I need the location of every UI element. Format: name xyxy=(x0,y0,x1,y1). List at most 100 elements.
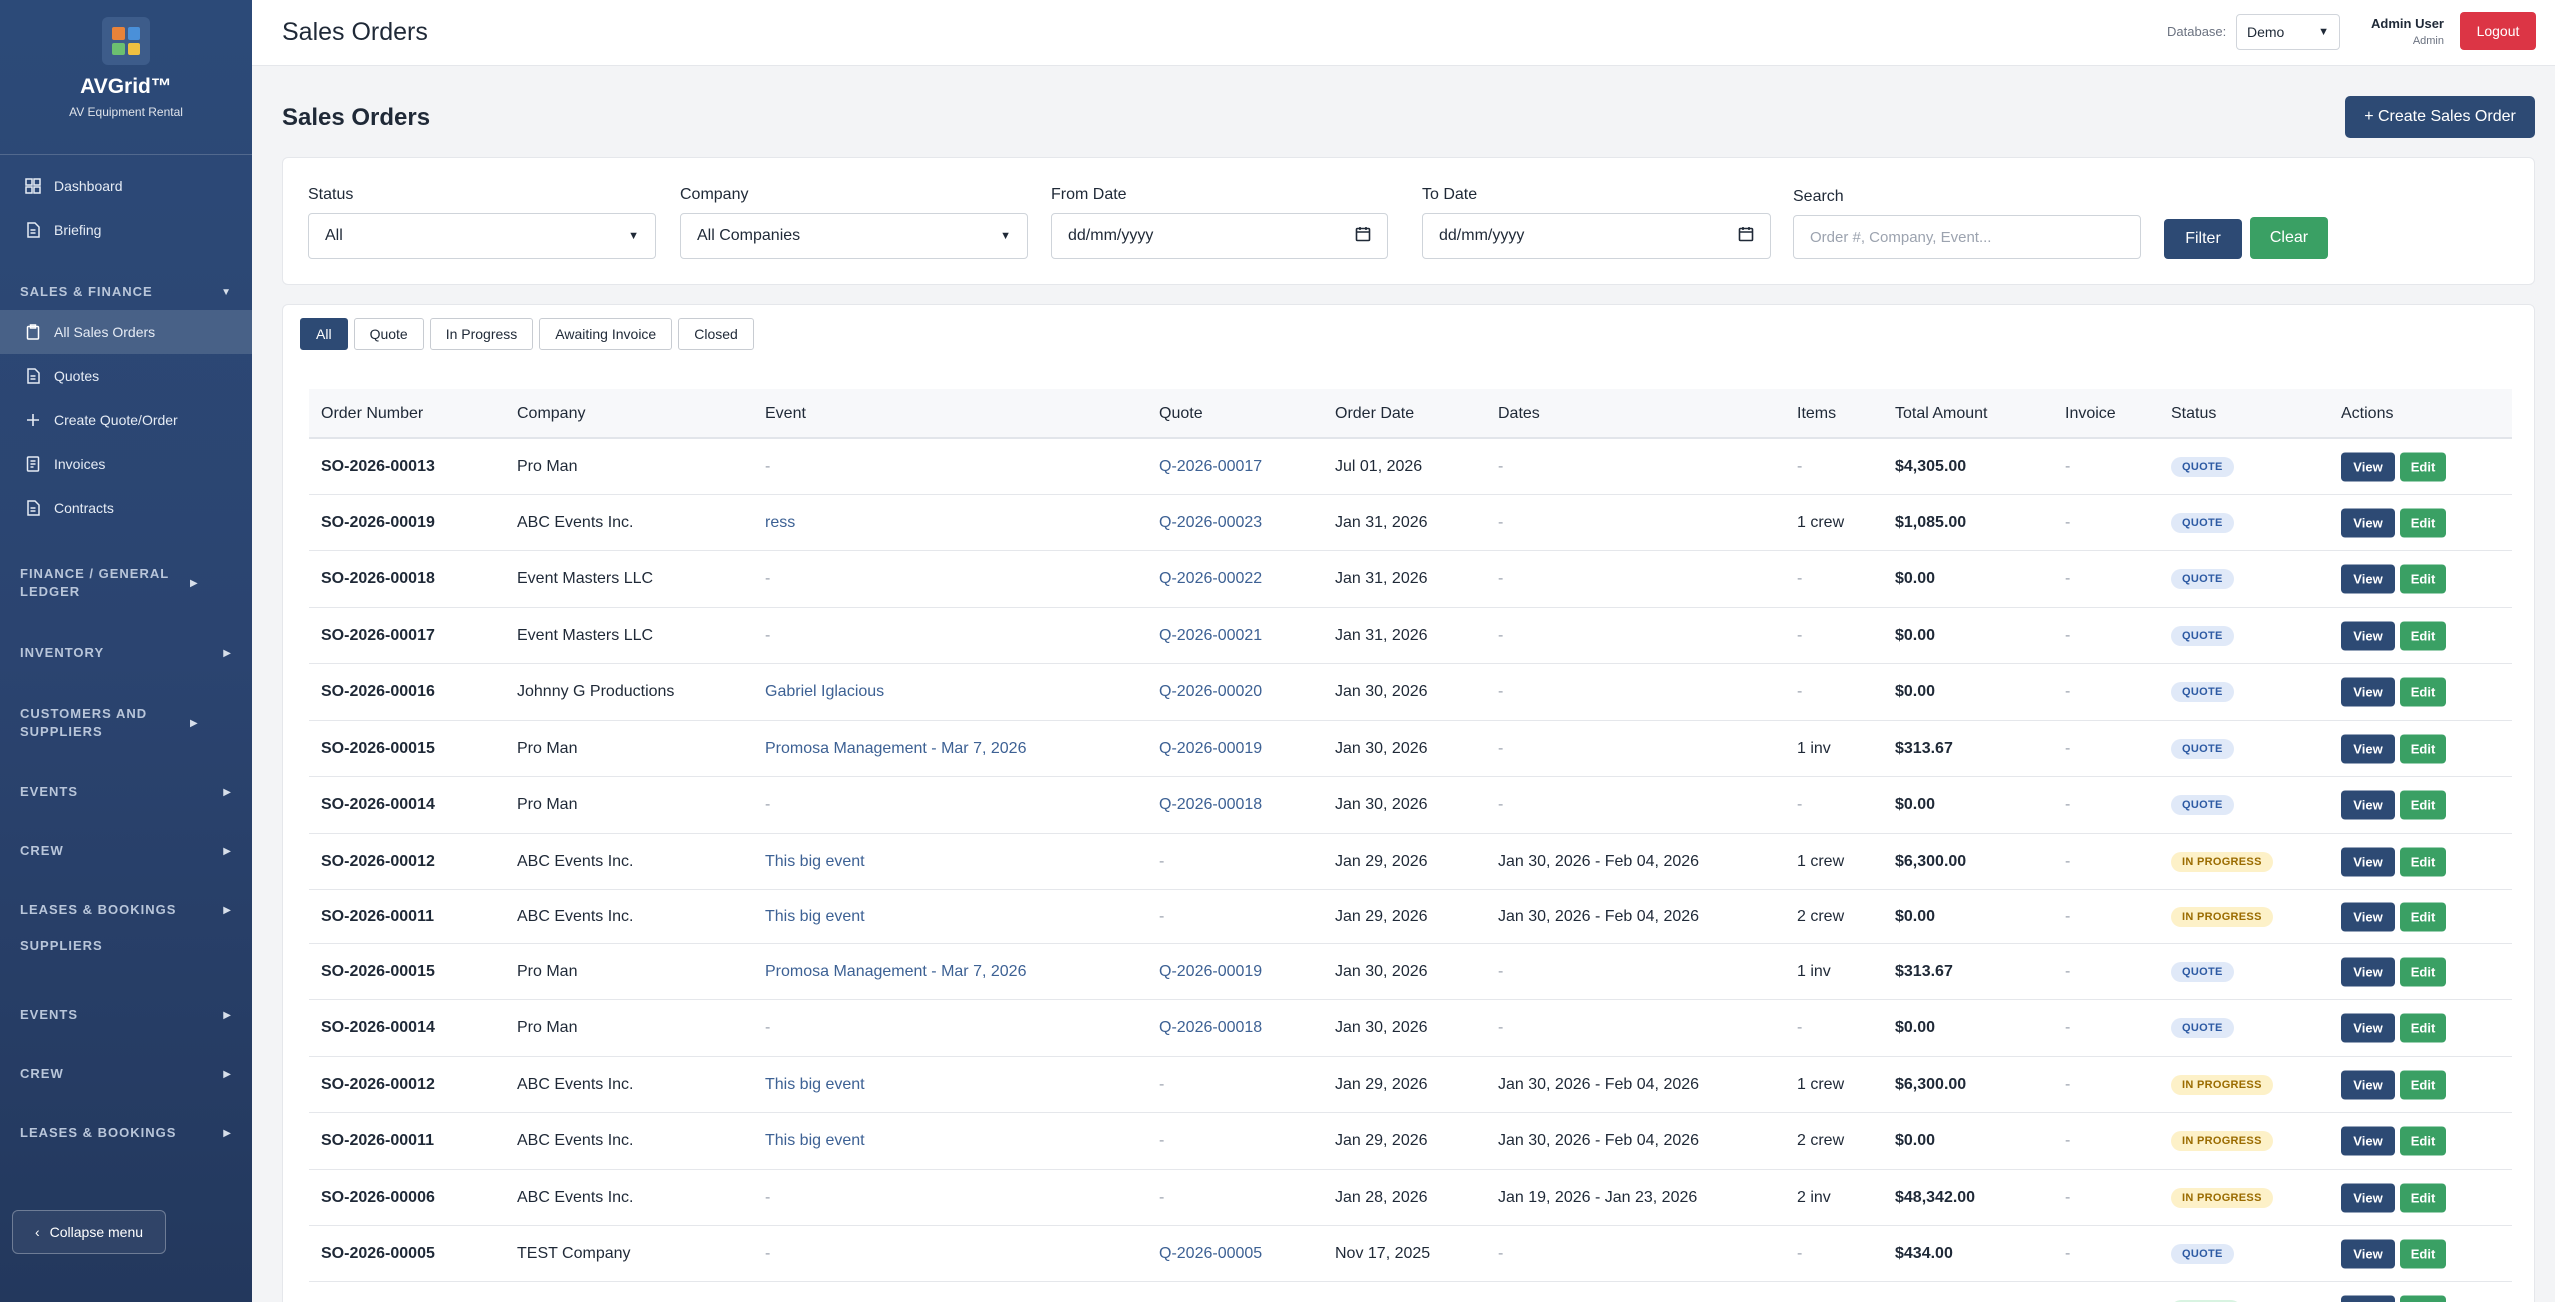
view-button[interactable]: View xyxy=(2341,1183,2395,1212)
sidebar-section-suppliers[interactable]: SUPPLIERS xyxy=(0,935,252,957)
sidebar-item-all-sales-orders[interactable]: All Sales Orders xyxy=(0,310,252,354)
sidebar-section-customers-suppliers[interactable]: CUSTOMERS AND SUPPLIERS ▶ xyxy=(0,703,252,743)
event-link[interactable]: Promosa Management - Mar 7, 2026 xyxy=(765,740,1026,758)
edit-button[interactable]: Edit xyxy=(2400,621,2446,650)
tab-quote[interactable]: Quote xyxy=(353,318,424,350)
edit-button[interactable]: Edit xyxy=(2400,677,2446,707)
column-header[interactable]: Items xyxy=(1797,405,1836,423)
tab-awaiting-invoice[interactable]: Awaiting Invoice xyxy=(539,318,673,350)
quote-link[interactable]: Q-2026-00018 xyxy=(1159,796,1262,814)
sidebar-section-events[interactable]: EVENTS ▶ xyxy=(0,781,252,803)
brand-tagline: AV Equipment Rental xyxy=(69,105,183,119)
column-header[interactable]: Invoice xyxy=(2065,405,2116,423)
edit-button[interactable]: Edit xyxy=(2400,508,2446,537)
create-sales-order-button[interactable]: + Create Sales Order xyxy=(2345,96,2535,138)
edit-button[interactable]: Edit xyxy=(2400,1126,2446,1156)
view-button[interactable]: View xyxy=(2341,734,2395,763)
quote-link[interactable]: Q-2026-00019 xyxy=(1159,963,1262,981)
view-button[interactable]: View xyxy=(2341,564,2395,594)
to-date-input[interactable]: dd/mm/yyyy xyxy=(1422,213,1771,259)
sidebar-item-contracts[interactable]: Contracts xyxy=(0,486,252,530)
view-button[interactable]: View xyxy=(2341,1295,2395,1302)
event-link[interactable]: Promosa Management - Mar 7, 2026 xyxy=(765,963,1026,981)
database-select[interactable]: Demo ▼ xyxy=(2236,14,2340,50)
quote-link[interactable]: Q-2026-00021 xyxy=(1159,627,1262,645)
edit-button[interactable]: Edit xyxy=(2400,902,2446,931)
event-link[interactable]: This big event xyxy=(765,1132,865,1150)
search-input[interactable]: Order #, Company, Event... xyxy=(1793,215,2141,259)
event-link[interactable]: ress xyxy=(765,514,795,532)
view-button[interactable]: View xyxy=(2341,677,2395,707)
view-button[interactable]: View xyxy=(2341,508,2395,537)
column-header[interactable]: Order Number xyxy=(321,405,423,423)
edit-button[interactable]: Edit xyxy=(2400,452,2446,481)
sidebar-section-inventory[interactable]: INVENTORY ▶ xyxy=(0,642,252,664)
edit-button[interactable]: Edit xyxy=(2400,1013,2446,1043)
company-select[interactable]: All Companies ▼ xyxy=(680,213,1028,259)
column-header[interactable]: Company xyxy=(517,405,585,423)
quote-link[interactable]: Q-2026-00023 xyxy=(1159,514,1262,532)
column-header[interactable]: Order Date xyxy=(1335,405,1414,423)
calendar-icon[interactable] xyxy=(1355,226,1371,247)
sidebar-section-sales-finance[interactable]: SALES & FINANCE ▼ xyxy=(0,281,252,303)
sidebar-item-invoices[interactable]: Invoices xyxy=(0,442,252,486)
quote-link[interactable]: Q-2026-00017 xyxy=(1159,458,1262,476)
quote-link[interactable]: Q-2026-00018 xyxy=(1159,1019,1262,1037)
edit-button[interactable]: Edit xyxy=(2400,1295,2446,1302)
column-header[interactable]: Dates xyxy=(1498,405,1540,423)
column-header[interactable]: Quote xyxy=(1159,405,1203,423)
sidebar-item-briefing[interactable]: Briefing xyxy=(0,208,252,252)
edit-button[interactable]: Edit xyxy=(2400,957,2446,986)
event-link[interactable]: Gabriel Iglacious xyxy=(765,683,884,701)
sidebar-section-finance-general-ledger[interactable]: FINANCE / GENERAL LEDGER ▶ xyxy=(0,563,252,603)
sidebar-item-dashboard[interactable]: Dashboard xyxy=(0,164,252,208)
calendar-icon[interactable] xyxy=(1738,226,1754,247)
sidebar-section-crew[interactable]: CREW ▶ xyxy=(0,1063,252,1085)
sidebar-section-leases-bookings[interactable]: LEASES & BOOKINGS ▶ xyxy=(0,899,252,921)
table-row: SO-2026-00006 ABC Events Inc. - - Jan 28, 20… xyxy=(309,1170,2512,1226)
view-button[interactable]: View xyxy=(2341,790,2395,820)
column-header[interactable]: Event xyxy=(765,405,806,423)
sidebar-section-events[interactable]: EVENTS ▶ xyxy=(0,1004,252,1026)
clear-button[interactable]: Clear xyxy=(2250,217,2328,259)
view-button[interactable]: View xyxy=(2341,1239,2395,1268)
logout-button[interactable]: Logout xyxy=(2460,12,2536,50)
from-date-input[interactable]: dd/mm/yyyy xyxy=(1051,213,1388,259)
tab-in-progress[interactable]: In Progress xyxy=(429,318,534,350)
column-header[interactable]: Status xyxy=(2171,405,2216,423)
filter-button[interactable]: Filter xyxy=(2164,219,2242,259)
edit-button[interactable]: Edit xyxy=(2400,790,2446,820)
view-button[interactable]: View xyxy=(2341,1013,2395,1043)
event-link[interactable]: This big event xyxy=(765,1076,865,1094)
view-button[interactable]: View xyxy=(2341,452,2395,481)
status-select[interactable]: All ▼ xyxy=(308,213,656,259)
view-button[interactable]: View xyxy=(2341,621,2395,650)
view-button[interactable]: View xyxy=(2341,847,2395,876)
edit-button[interactable]: Edit xyxy=(2400,847,2446,876)
quote-link[interactable]: Q-2026-00005 xyxy=(1159,1245,1262,1263)
edit-button[interactable]: Edit xyxy=(2400,1183,2446,1212)
view-button[interactable]: View xyxy=(2341,1126,2395,1156)
quote-link[interactable]: Q-2026-00019 xyxy=(1159,740,1262,758)
event-link[interactable]: This big event xyxy=(765,853,865,871)
brand-title: AVGrid™ xyxy=(80,75,172,98)
view-button[interactable]: View xyxy=(2341,957,2395,986)
edit-button[interactable]: Edit xyxy=(2400,1239,2446,1268)
sidebar-section-crew[interactable]: CREW ▶ xyxy=(0,840,252,862)
sidebar-item-create-quote-order[interactable]: Create Quote/Order xyxy=(0,398,252,442)
edit-button[interactable]: Edit xyxy=(2400,1070,2446,1099)
tab-closed[interactable]: Closed xyxy=(678,318,754,350)
column-header[interactable]: Total Amount xyxy=(1895,405,1988,423)
sidebar-item-quotes[interactable]: Quotes xyxy=(0,354,252,398)
quote-link[interactable]: Q-2026-00022 xyxy=(1159,570,1262,588)
view-button[interactable]: View xyxy=(2341,1070,2395,1099)
quote-link[interactable]: Q-2026-00020 xyxy=(1159,683,1262,701)
edit-button[interactable]: Edit xyxy=(2400,734,2446,763)
event-link[interactable]: This big event xyxy=(765,908,865,926)
sidebar-section-leases-bookings[interactable]: LEASES & BOOKINGS ▶ xyxy=(0,1122,252,1144)
view-button[interactable]: View xyxy=(2341,902,2395,931)
tab-all[interactable]: All xyxy=(300,318,348,350)
from-date-label: From Date xyxy=(1051,186,1127,203)
edit-button[interactable]: Edit xyxy=(2400,564,2446,594)
collapse-menu-button[interactable]: ‹ Collapse menu xyxy=(12,1210,166,1254)
